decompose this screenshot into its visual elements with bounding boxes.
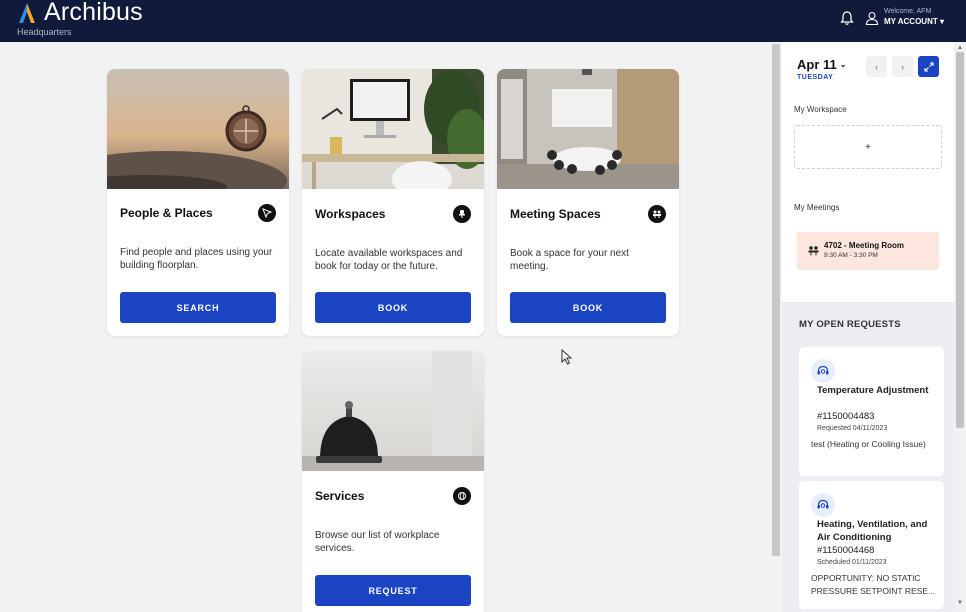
meeting-time: 9:30 AM - 3:30 PM — [824, 252, 878, 259]
meeting-room-image — [497, 69, 679, 189]
meeting-title: 4702 - Meeting Room — [824, 241, 905, 250]
support-headset-icon — [811, 359, 835, 383]
card-title: Meeting Spaces — [510, 207, 601, 221]
location-label[interactable]: Headquarters — [17, 27, 72, 37]
request-description: test (Heating or Cooling Issue) — [811, 439, 926, 449]
notification-bell-icon[interactable] — [839, 10, 855, 26]
card-title: Workspaces — [315, 207, 386, 221]
scroll-up-arrow-icon[interactable]: ▲ — [957, 45, 963, 51]
next-day-button[interactable]: › — [892, 56, 913, 77]
request-date: Requested 04/11/2023 — [817, 425, 888, 432]
request-id: #1150004468 — [817, 545, 875, 556]
add-workspace-button[interactable]: + — [794, 125, 942, 169]
main-scrollbar[interactable] — [772, 44, 780, 556]
account-menu[interactable]: Welcome, AFM MY ACCOUNT ▾ — [884, 7, 944, 28]
search-button[interactable]: SEARCH — [120, 292, 276, 323]
my-meetings-label: My Meetings — [794, 203, 840, 212]
book-workspace-button[interactable]: BOOK — [315, 292, 471, 323]
expand-button[interactable] — [918, 56, 939, 77]
schedule-panel: Apr 11 ⌄ TUESDAY ‹ › My Workspace + My Me… — [782, 42, 954, 302]
people-places-card: People & Places Find people and places u… — [107, 69, 289, 336]
app-name: Archibus — [44, 0, 143, 26]
card-description: Find people and places using your buildi… — [120, 247, 273, 271]
right-panel: Apr 11 ⌄ TUESDAY ‹ › My Workspace + My Me… — [782, 42, 954, 612]
mouse-cursor-icon — [561, 349, 573, 365]
date-selector[interactable]: Apr 11 ⌄ — [797, 57, 846, 72]
request-card[interactable]: Heating, Ventilation, and Air Conditioni… — [799, 481, 944, 609]
expand-icon — [923, 61, 934, 72]
request-card[interactable]: Temperature Adjustment #1150004483 Reque… — [799, 347, 944, 476]
scroll-down-arrow-icon[interactable]: ▼ — [957, 600, 963, 606]
compass-image — [107, 69, 289, 189]
panel-scrollbar-thumb[interactable] — [956, 52, 964, 428]
navigation-arrow-icon — [258, 204, 276, 222]
services-card: Services Browse our list of workplace se… — [302, 351, 484, 612]
workspaces-card: Workspaces Locate available workspaces a… — [302, 69, 484, 336]
request-id: #1150004483 — [817, 411, 875, 422]
request-service-button[interactable]: REQUEST — [315, 575, 471, 606]
desk-chair-icon — [453, 205, 471, 223]
meeting-table-icon — [808, 246, 819, 256]
archibus-logo-icon — [19, 2, 35, 23]
request-title: Heating, Ventilation, and Air Conditioni… — [817, 519, 928, 543]
support-headset-icon — [811, 493, 835, 517]
chevron-down-icon: ⌄ — [839, 60, 847, 69]
card-title: People & Places — [120, 206, 213, 220]
service-bell-image — [302, 351, 484, 471]
logo[interactable]: Archibus — [16, 0, 143, 26]
card-description: Locate available workspaces and book for… — [315, 248, 463, 272]
weekday-label: TUESDAY — [797, 74, 834, 81]
my-workspace-label: My Workspace — [794, 105, 847, 114]
book-meeting-space-button[interactable]: BOOK — [510, 292, 666, 323]
meeting-item[interactable]: 4702 - Meeting Room 9:30 AM - 3:30 PM — [797, 232, 939, 270]
workspace-desk-image — [302, 69, 484, 189]
welcome-text: Welcome, AFM — [883, 8, 932, 15]
previous-day-button[interactable]: ‹ — [866, 56, 887, 77]
my-account-label[interactable]: MY ACCOUNT ▾ — [884, 16, 944, 28]
open-requests-heading: MY OPEN REQUESTS — [799, 319, 901, 330]
card-description: Browse our list of workplace services. — [315, 530, 440, 554]
user-icon[interactable] — [865, 11, 879, 25]
caret-down-icon: ▾ — [939, 17, 944, 26]
request-date: Scheduled 01/11/2023 — [817, 559, 887, 566]
card-description: Book a space for your next meeting. — [510, 248, 629, 272]
top-bar: Archibus Headquarters Welcome, AFM MY AC… — [0, 0, 966, 42]
card-title: Services — [315, 489, 365, 503]
request-title: Temperature Adjustment — [817, 385, 929, 396]
request-description: OPPORTUNITY: NO STATIC PRESSURE SETPOINT… — [811, 573, 936, 596]
meeting-spaces-card: Meeting Spaces Book a space for your nex… — [497, 69, 679, 336]
service-globe-icon — [453, 487, 471, 505]
meeting-table-icon — [648, 205, 666, 223]
